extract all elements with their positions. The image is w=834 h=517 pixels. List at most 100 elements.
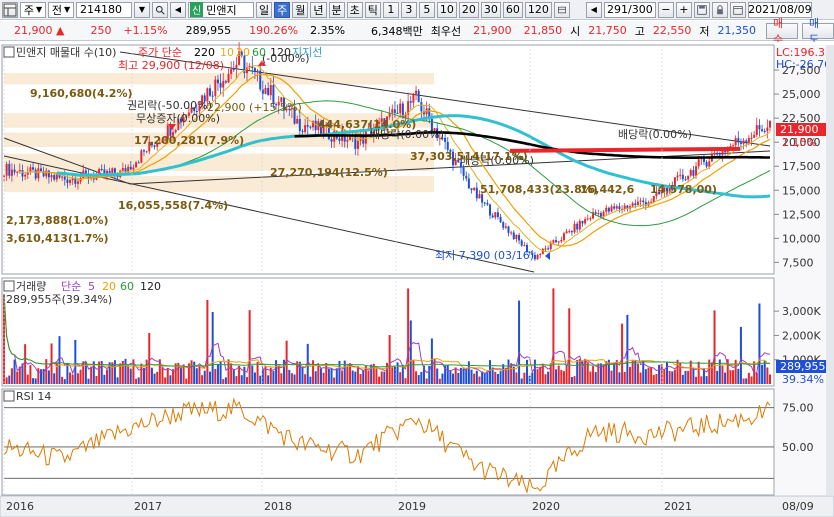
- buy-button[interactable]: 매수: [766, 17, 799, 46]
- candle-body: [222, 81, 225, 88]
- code-dropdown-button[interactable]: ▼: [134, 1, 150, 18]
- ma-10: 10: [220, 46, 234, 59]
- candle-body: [55, 174, 58, 180]
- volume-bar: [761, 364, 764, 384]
- candle-body: [338, 138, 341, 141]
- price-tick-label: 15,000: [782, 184, 821, 197]
- period-month[interactable]: 월: [292, 1, 309, 18]
- volume-bar: [568, 308, 571, 384]
- stock-code-input[interactable]: 214180: [76, 1, 132, 18]
- volume-bar: [393, 366, 396, 384]
- interval-20[interactable]: 20: [458, 1, 479, 18]
- x-axis-end-label: 08/09: [782, 500, 814, 513]
- chart-area[interactable]: 27,500 25,000 22,500 20,000 17,500 15,000 12,5…: [0, 41, 834, 517]
- candle-body: [53, 175, 56, 180]
- period-year[interactable]: 년: [310, 1, 327, 18]
- volume-bar: [383, 371, 386, 384]
- candle-body: [399, 103, 402, 114]
- period-day[interactable]: 일: [256, 1, 273, 18]
- volume-bar: [26, 374, 29, 384]
- candle-body: [573, 223, 576, 233]
- volume-bar: [185, 378, 188, 384]
- interval-30[interactable]: 30: [480, 1, 501, 18]
- volume-bar: [69, 372, 72, 384]
- volume-bar: [169, 375, 172, 384]
- candle-body: [420, 102, 423, 112]
- volume-bar: [697, 361, 700, 384]
- volume-bar: [288, 369, 291, 384]
- candle-body: [174, 130, 177, 133]
- volume-bar: [74, 339, 77, 384]
- period-second[interactable]: 초: [346, 1, 363, 18]
- interval-60[interactable]: 60: [502, 1, 523, 18]
- volume-bar: [37, 368, 40, 384]
- volume-bar: [496, 374, 499, 384]
- display-count-input[interactable]: 291/300: [603, 1, 656, 18]
- candle-body: [415, 90, 418, 94]
- price-legend-title: 민앤지 매물대 수(10): [16, 46, 116, 59]
- volume-bar: [404, 378, 407, 384]
- grid-icon[interactable]: [2, 1, 18, 18]
- stock-chart-svg[interactable]: 27,50025,00022,50020,00017,50015,00012,5…: [0, 41, 834, 517]
- settings-icon[interactable]: [553, 1, 570, 18]
- candle-body: [565, 231, 568, 234]
- candle-body: [536, 255, 539, 260]
- period-minute[interactable]: 분: [328, 1, 345, 18]
- candle-body: [533, 254, 536, 260]
- volume-bar: [386, 362, 388, 384]
- volume-bar: [8, 375, 11, 384]
- volume-bar: [755, 372, 758, 384]
- quote-bar: 21,900 ▲ 250 +1.15% 289,955 190.26% 2.35…: [0, 17, 834, 46]
- candle-body: [523, 244, 526, 246]
- zoom-out-button[interactable]: −: [657, 1, 674, 18]
- volume-bar: [449, 370, 452, 384]
- search-icon[interactable]: [152, 1, 168, 18]
- volume-bar: [388, 335, 391, 384]
- volume-bar: [113, 360, 116, 384]
- interval-1[interactable]: 1: [382, 1, 399, 18]
- sell-button[interactable]: 매도: [802, 17, 834, 46]
- prefix-select[interactable]: 전 ▼: [48, 1, 74, 18]
- interval-5[interactable]: 5: [418, 1, 435, 18]
- volume-bar: [467, 361, 470, 384]
- price-tick-label: 25,000: [782, 88, 821, 101]
- zoom-in-button[interactable]: +: [675, 1, 692, 18]
- candle-body: [681, 174, 684, 180]
- candle-body: [269, 85, 272, 96]
- bonus-label: 무상증자(0.00%): [136, 112, 220, 125]
- candle-body: [547, 248, 550, 250]
- volume-bar: [10, 368, 13, 384]
- candle-body: [496, 212, 499, 217]
- svg-text:20: 20: [102, 280, 116, 293]
- volume-bar: [515, 372, 518, 384]
- volume-bar: [769, 374, 771, 384]
- open-price: 21,750: [588, 24, 627, 37]
- svg-text:60: 60: [120, 280, 134, 293]
- lock-icon[interactable]: [711, 1, 728, 18]
- candle-body: [562, 233, 565, 240]
- vertical-scrollbar[interactable]: [826, 45, 834, 495]
- save-icon[interactable]: [693, 1, 710, 18]
- scroll-left-button[interactable]: ◀: [585, 1, 602, 18]
- volume-bar: [602, 364, 605, 384]
- volume-bar: [203, 370, 206, 384]
- interval-120[interactable]: 120: [524, 1, 552, 18]
- volume-bar: [629, 366, 632, 384]
- candle-body: [713, 152, 716, 155]
- candle-body: [417, 90, 420, 103]
- period-week[interactable]: 주: [274, 1, 291, 18]
- period-tick[interactable]: 틱: [364, 1, 381, 18]
- candle-body: [708, 161, 711, 167]
- candle-body: [642, 200, 645, 203]
- volume-bar: [227, 359, 230, 384]
- volume-bar: [267, 375, 270, 384]
- market-select[interactable]: 주 ▼: [20, 1, 46, 18]
- volume-bar: [238, 365, 241, 384]
- prev-stock-button[interactable]: ◀: [170, 1, 186, 18]
- calendar-icon[interactable]: [729, 1, 746, 18]
- price-tick-label: 10,000: [782, 232, 821, 245]
- volume-bar: [671, 371, 674, 384]
- candle-body: [137, 162, 140, 164]
- interval-10[interactable]: 10: [436, 1, 457, 18]
- interval-3[interactable]: 3: [400, 1, 417, 18]
